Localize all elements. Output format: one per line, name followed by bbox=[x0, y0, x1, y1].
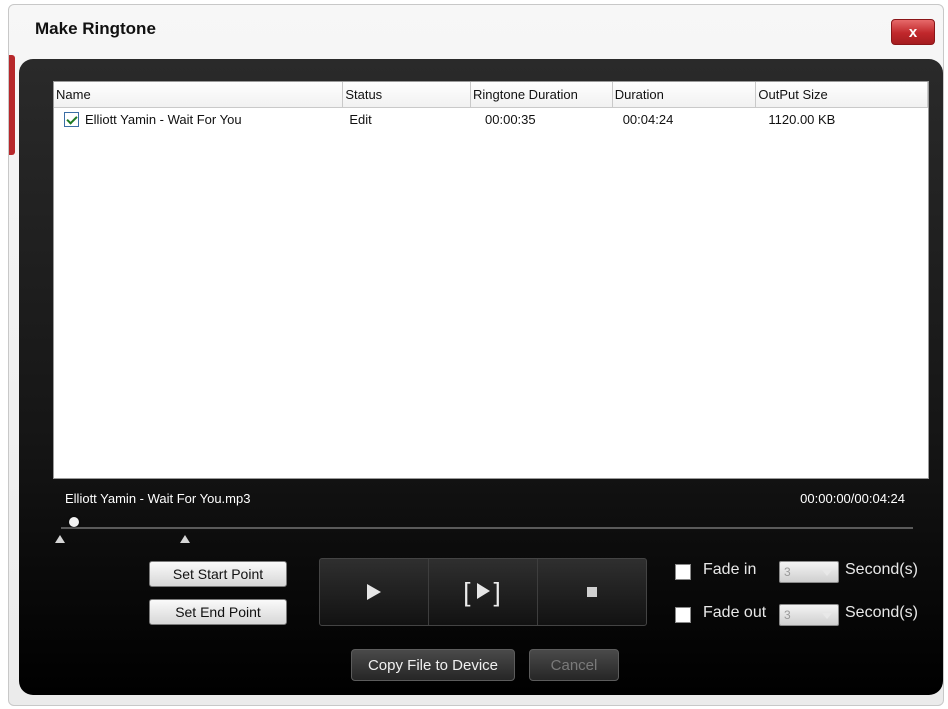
column-header-ringtone-duration[interactable]: Ringtone Duration bbox=[471, 82, 613, 107]
content-panel: Name Status Ringtone Duration Duration O… bbox=[19, 59, 943, 695]
start-point-marker[interactable] bbox=[55, 535, 65, 543]
copy-file-to-device-button[interactable]: Copy File to Device bbox=[351, 649, 515, 681]
fade-out-select[interactable]: 3 bbox=[779, 604, 839, 626]
close-icon: x bbox=[908, 23, 918, 41]
row-status: Edit bbox=[349, 112, 372, 127]
table-header: Name Status Ringtone Duration Duration O… bbox=[54, 82, 928, 108]
row-name-cell: Elliott Yamin - Wait For You bbox=[54, 108, 343, 132]
column-header-output-size[interactable]: OutPut Size bbox=[756, 82, 928, 107]
window-accent bbox=[9, 55, 15, 155]
play-icon bbox=[367, 584, 381, 600]
seek-knob[interactable] bbox=[69, 517, 79, 527]
stop-icon bbox=[587, 587, 597, 597]
play-selection-icon: [] bbox=[463, 576, 503, 607]
window-title: Make Ringtone bbox=[35, 19, 156, 38]
seek-track[interactable] bbox=[61, 527, 913, 529]
row-checkbox[interactable] bbox=[64, 112, 79, 127]
ringtone-table: Name Status Ringtone Duration Duration O… bbox=[53, 81, 929, 479]
fade-in-label: Fade in bbox=[703, 561, 757, 578]
chevron-down-icon bbox=[822, 613, 832, 619]
fade-in-checkbox[interactable] bbox=[675, 564, 691, 580]
fade-out-checkbox[interactable] bbox=[675, 607, 691, 623]
column-header-status[interactable]: Status bbox=[343, 82, 472, 107]
stop-button[interactable] bbox=[538, 559, 646, 625]
fade-in-value: 3 bbox=[784, 565, 791, 579]
fade-in-seconds-label: Second(s) bbox=[845, 561, 918, 578]
play-selection-button[interactable]: [] bbox=[429, 559, 538, 625]
column-header-name[interactable]: Name bbox=[54, 82, 344, 107]
end-point-marker[interactable] bbox=[180, 535, 190, 543]
chevron-down-icon bbox=[822, 570, 832, 576]
set-start-point-button[interactable]: Set Start Point bbox=[149, 561, 287, 587]
fade-out-seconds-label: Second(s) bbox=[845, 604, 918, 621]
fade-out-label: Fade out bbox=[703, 604, 767, 621]
fade-in-select[interactable]: 3 bbox=[779, 561, 839, 583]
row-ringtone-duration: 00:00:35 bbox=[485, 112, 536, 127]
table-row[interactable]: Elliott Yamin - Wait For You Edit 00:00:… bbox=[54, 108, 928, 132]
cancel-button[interactable]: Cancel bbox=[529, 649, 619, 681]
row-name: Elliott Yamin - Wait For You bbox=[85, 112, 242, 127]
column-header-duration[interactable]: Duration bbox=[613, 82, 757, 107]
set-end-point-button[interactable]: Set End Point bbox=[149, 599, 287, 625]
make-ringtone-window: Make Ringtone x Name Status Ringtone Dur… bbox=[8, 4, 944, 706]
play-button[interactable] bbox=[320, 559, 429, 625]
fade-out-value: 3 bbox=[784, 608, 791, 622]
close-button[interactable]: x bbox=[891, 19, 935, 45]
row-duration: 00:04:24 bbox=[622, 112, 674, 127]
current-file-name: Elliott Yamin - Wait For You.mp3 bbox=[65, 491, 251, 506]
playback-timecode: 00:00:00/00:04:24 bbox=[800, 491, 905, 506]
row-output-size: 1120.00 KB bbox=[768, 112, 836, 127]
player-controls: [] bbox=[319, 558, 647, 626]
